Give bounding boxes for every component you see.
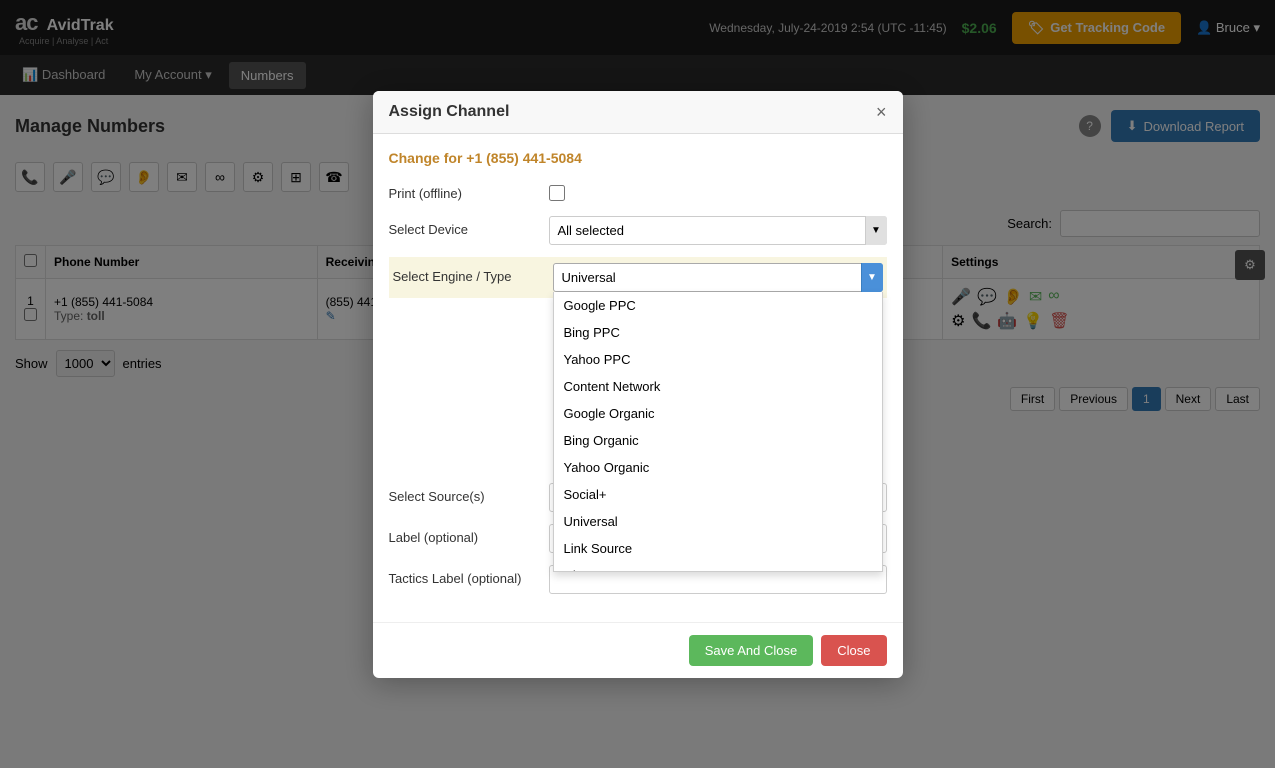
select-device-row: Select Device All selected ▼ xyxy=(389,216,887,245)
engine-option-bing-organic[interactable]: Bing Organic xyxy=(554,427,882,454)
print-offline-control xyxy=(549,180,887,204)
modal-header: Assign Channel × xyxy=(373,91,903,134)
print-offline-row: Print (offline) xyxy=(389,180,887,204)
engine-option-universal[interactable]: Universal xyxy=(554,508,882,535)
select-device-value: All selected xyxy=(558,223,624,238)
select-engine-dropdown[interactable]: Universal ▼ xyxy=(553,263,883,292)
save-and-close-button[interactable]: Save And Close xyxy=(689,635,814,666)
assign-channel-modal: Assign Channel × Change for +1 (855) 441… xyxy=(373,91,903,678)
engine-option-link-source[interactable]: Link Source xyxy=(554,535,882,562)
engine-option-direct[interactable]: Direct xyxy=(554,562,882,572)
select-engine-value: Universal xyxy=(562,270,616,285)
engine-option-content-network[interactable]: Content Network xyxy=(554,373,882,400)
select-device-arrow: ▼ xyxy=(865,216,887,245)
tactics-label: Tactics Label (optional) xyxy=(389,565,549,586)
select-device-label: Select Device xyxy=(389,216,549,237)
modal-overlay: Assign Channel × Change for +1 (855) 441… xyxy=(0,0,1275,768)
print-offline-checkbox[interactable] xyxy=(549,185,565,201)
label-label: Label (optional) xyxy=(389,524,549,545)
engine-dropdown-list: Google PPC Bing PPC Yahoo PPC Content Ne… xyxy=(553,292,883,572)
select-device-dropdown[interactable]: All selected ▼ xyxy=(549,216,887,245)
modal-subtitle: Change for +1 (855) 441-5084 xyxy=(389,150,887,166)
select-device-control: All selected ▼ xyxy=(549,216,887,245)
select-source-label: Select Source(s) xyxy=(389,483,549,504)
engine-option-social-plus[interactable]: Social+ xyxy=(554,481,882,508)
modal-body: Change for +1 (855) 441-5084 Print (offl… xyxy=(373,134,903,622)
print-offline-label: Print (offline) xyxy=(389,180,549,201)
select-engine-row: Select Engine / Type Universal ▼ Google … xyxy=(389,257,887,298)
modal-footer: Save And Close Close xyxy=(373,622,903,678)
engine-option-yahoo-ppc[interactable]: Yahoo PPC xyxy=(554,346,882,373)
select-engine-arrow: ▼ xyxy=(861,263,883,292)
engine-option-google-ppc[interactable]: Google PPC xyxy=(554,292,882,319)
close-modal-button[interactable]: Close xyxy=(821,635,886,666)
engine-option-bing-ppc[interactable]: Bing PPC xyxy=(554,319,882,346)
engine-option-google-organic[interactable]: Google Organic xyxy=(554,400,882,427)
modal-title: Assign Channel xyxy=(389,103,510,121)
modal-close-button[interactable]: × xyxy=(876,103,887,121)
engine-option-yahoo-organic[interactable]: Yahoo Organic xyxy=(554,454,882,481)
select-engine-label: Select Engine / Type xyxy=(393,263,553,284)
select-engine-control: Universal ▼ Google PPC Bing PPC Yahoo PP… xyxy=(553,263,883,292)
